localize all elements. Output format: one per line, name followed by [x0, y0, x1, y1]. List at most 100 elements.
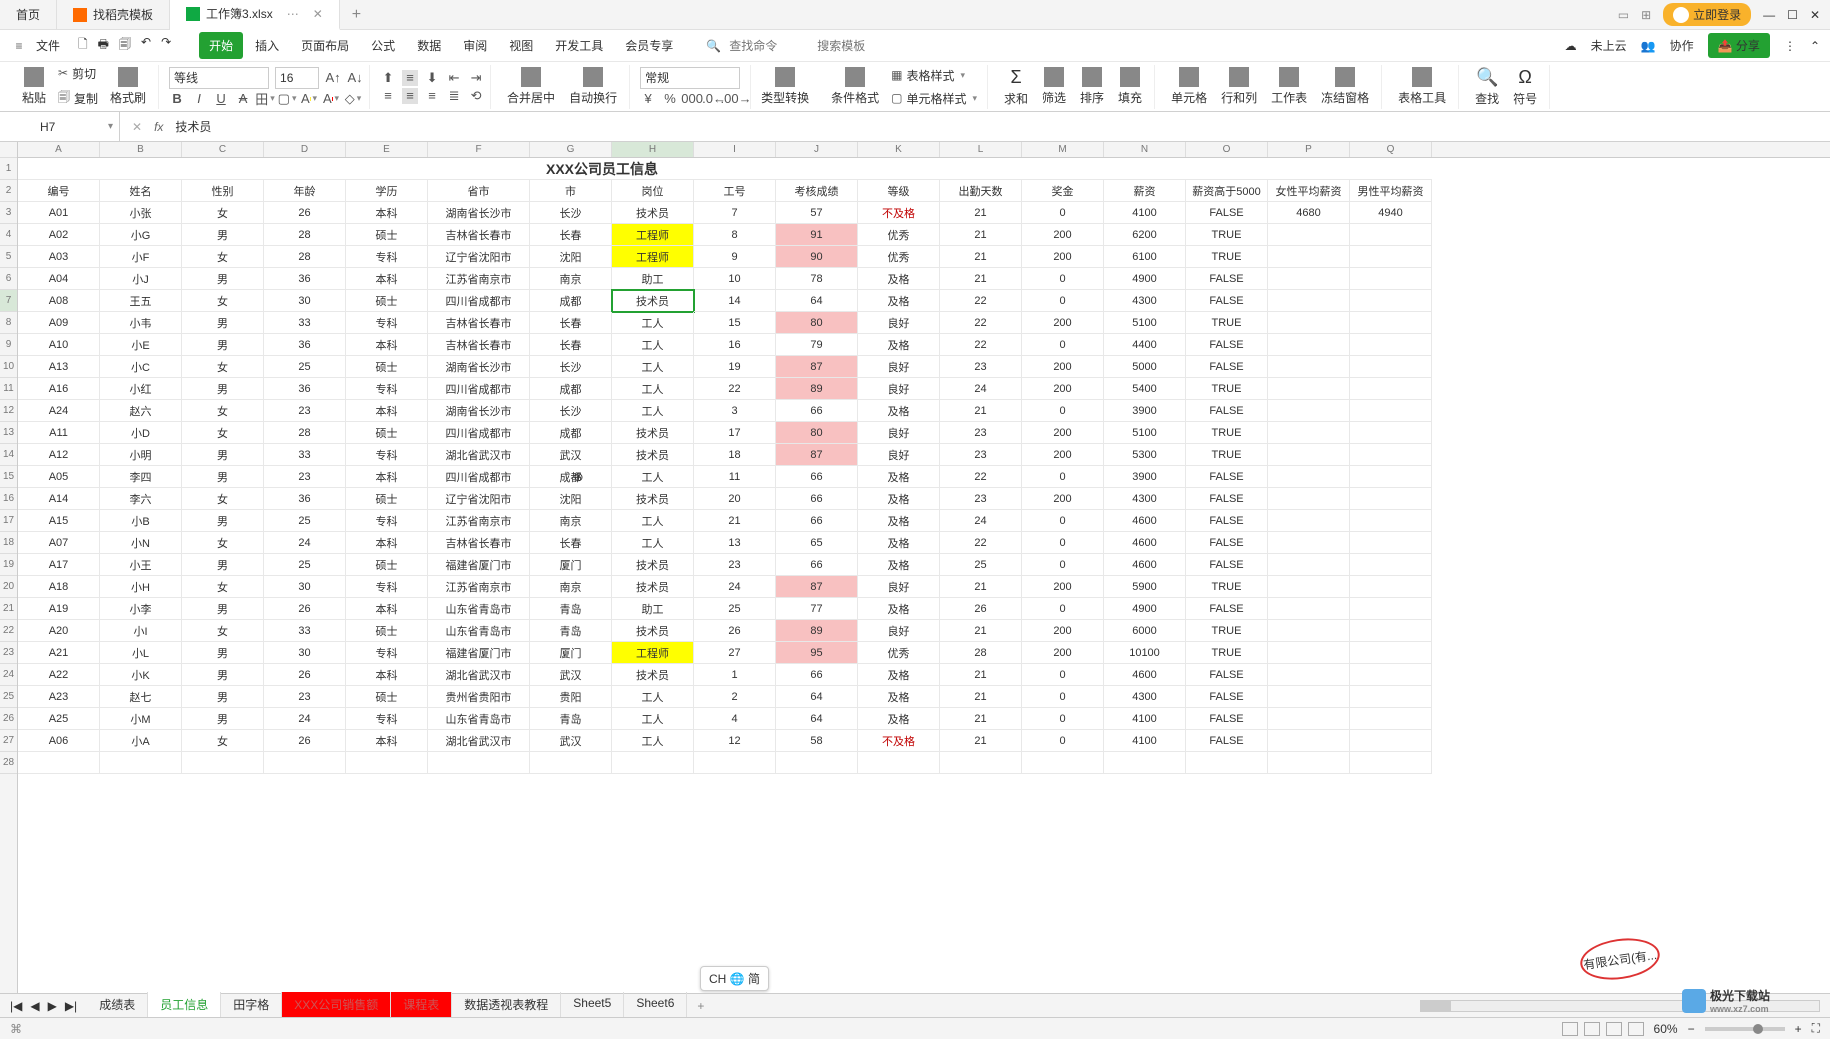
cell[interactable]: 技术员 [612, 576, 694, 598]
prev-sheet-icon[interactable]: ◀ [30, 999, 39, 1013]
cell[interactable]: A09 [18, 312, 100, 334]
cell[interactable]: FALSE [1186, 686, 1268, 708]
align-right-icon[interactable]: ≡ [424, 88, 440, 104]
tab-workbook[interactable]: 工作簿3.xlsx⋯✕ [170, 0, 340, 30]
cell[interactable]: 5300 [1104, 444, 1186, 466]
cell[interactable]: A19 [18, 598, 100, 620]
col-header-I[interactable]: I [694, 142, 776, 157]
cell[interactable]: 女性平均薪资 [1268, 180, 1350, 202]
cell[interactable]: 0 [1022, 334, 1104, 356]
cell[interactable]: 200 [1022, 488, 1104, 510]
col-header-Q[interactable]: Q [1350, 142, 1432, 157]
cell[interactable]: 15 [694, 312, 776, 334]
cell[interactable]: 64 [776, 290, 858, 312]
justify-icon[interactable]: ≣ [446, 88, 462, 104]
cell[interactable]: 小K [100, 664, 182, 686]
sheet-title[interactable]: XXX公司员工信息 [18, 158, 1186, 180]
cell[interactable] [1350, 422, 1432, 444]
cell[interactable]: 200 [1022, 378, 1104, 400]
cell[interactable]: 沈阳 [530, 488, 612, 510]
sheet-tab-3[interactable]: XXX公司销售额 [282, 992, 391, 1019]
cell[interactable]: 女 [182, 620, 264, 642]
cell[interactable]: 技术员 [612, 620, 694, 642]
cell[interactable]: 66 [776, 510, 858, 532]
cell[interactable]: 21 [940, 730, 1022, 752]
cell[interactable]: 0 [1022, 730, 1104, 752]
cell[interactable]: 64 [776, 708, 858, 730]
cell[interactable] [1268, 400, 1350, 422]
sheet-tab-6[interactable]: Sheet5 [561, 992, 624, 1019]
sheet-tab-4[interactable]: 课程表 [391, 992, 452, 1019]
align-center-icon[interactable]: ≡ [402, 88, 418, 104]
cell[interactable]: 3900 [1104, 466, 1186, 488]
font-select[interactable] [169, 67, 269, 89]
cell[interactable] [1350, 466, 1432, 488]
align-bottom-icon[interactable]: ⬇ [424, 70, 440, 86]
cell[interactable]: TRUE [1186, 312, 1268, 334]
cell[interactable]: 女 [182, 246, 264, 268]
cell[interactable]: 24 [264, 532, 346, 554]
row-header-14[interactable]: 14 [0, 444, 17, 466]
cell[interactable]: 四川省成都市 [428, 422, 530, 444]
cell[interactable]: 山东省青岛市 [428, 620, 530, 642]
cell[interactable]: 87 [776, 444, 858, 466]
cell[interactable]: 4300 [1104, 488, 1186, 510]
cell[interactable]: 薪资 [1104, 180, 1186, 202]
cell[interactable]: 33 [264, 312, 346, 334]
cell[interactable]: 工人 [612, 312, 694, 334]
cell[interactable] [1268, 642, 1350, 664]
font-color-icon[interactable]: A▾ [323, 91, 339, 107]
cell[interactable]: 0 [1022, 400, 1104, 422]
freeze-button[interactable]: 冻结窗格 [1315, 65, 1375, 108]
cell[interactable]: 27 [694, 642, 776, 664]
cell[interactable]: 26 [264, 730, 346, 752]
scroll-thumb[interactable] [1421, 1001, 1451, 1011]
minimize-icon[interactable]: — [1763, 8, 1775, 22]
cell[interactable]: 1 [694, 664, 776, 686]
cell[interactable]: 出勤天数 [940, 180, 1022, 202]
cell[interactable] [1268, 488, 1350, 510]
cell[interactable]: 2 [694, 686, 776, 708]
cell-style-button[interactable]: ▢ 单元格样式▾ [887, 88, 981, 109]
cell[interactable]: 青岛 [530, 708, 612, 730]
cell[interactable]: 66 [776, 554, 858, 576]
cell[interactable]: FALSE [1186, 664, 1268, 686]
font-size-select[interactable] [275, 67, 319, 89]
col-header-D[interactable]: D [264, 142, 346, 157]
sheet-tab-1[interactable]: 员工信息 [148, 992, 221, 1019]
cell[interactable]: 200 [1022, 422, 1104, 444]
cell[interactable]: 3 [694, 400, 776, 422]
cell[interactable]: 小N [100, 532, 182, 554]
cell[interactable]: A21 [18, 642, 100, 664]
cell[interactable]: 21 [940, 224, 1022, 246]
cell[interactable]: 男 [182, 378, 264, 400]
cell[interactable]: 男 [182, 444, 264, 466]
cell[interactable] [1350, 598, 1432, 620]
cell[interactable]: 小L [100, 642, 182, 664]
row-header-10[interactable]: 10 [0, 356, 17, 378]
cell[interactable]: FALSE [1186, 202, 1268, 224]
cell[interactable]: 13 [694, 532, 776, 554]
cell[interactable]: 长沙 [530, 356, 612, 378]
cell[interactable]: 25 [940, 554, 1022, 576]
cell[interactable]: 良好 [858, 444, 940, 466]
close-icon[interactable]: ✕ [313, 7, 323, 21]
cell[interactable]: 姓名 [100, 180, 182, 202]
cell[interactable]: FALSE [1186, 466, 1268, 488]
cell[interactable]: 及格 [858, 466, 940, 488]
cell[interactable] [182, 752, 264, 774]
cell[interactable] [1350, 488, 1432, 510]
cell[interactable]: 4600 [1104, 532, 1186, 554]
cell[interactable]: 14 [694, 290, 776, 312]
col-header-C[interactable]: C [182, 142, 264, 157]
cell[interactable]: 技术员 [612, 422, 694, 444]
cell[interactable]: 厦门 [530, 642, 612, 664]
formula-value[interactable]: 技术员 [175, 118, 211, 135]
cell[interactable]: 21 [940, 686, 1022, 708]
cell[interactable]: TRUE [1186, 444, 1268, 466]
cell[interactable]: 编号 [18, 180, 100, 202]
cell[interactable]: 24 [694, 576, 776, 598]
cell[interactable]: 80 [776, 422, 858, 444]
cell[interactable]: 4300 [1104, 290, 1186, 312]
cell[interactable]: 6100 [1104, 246, 1186, 268]
